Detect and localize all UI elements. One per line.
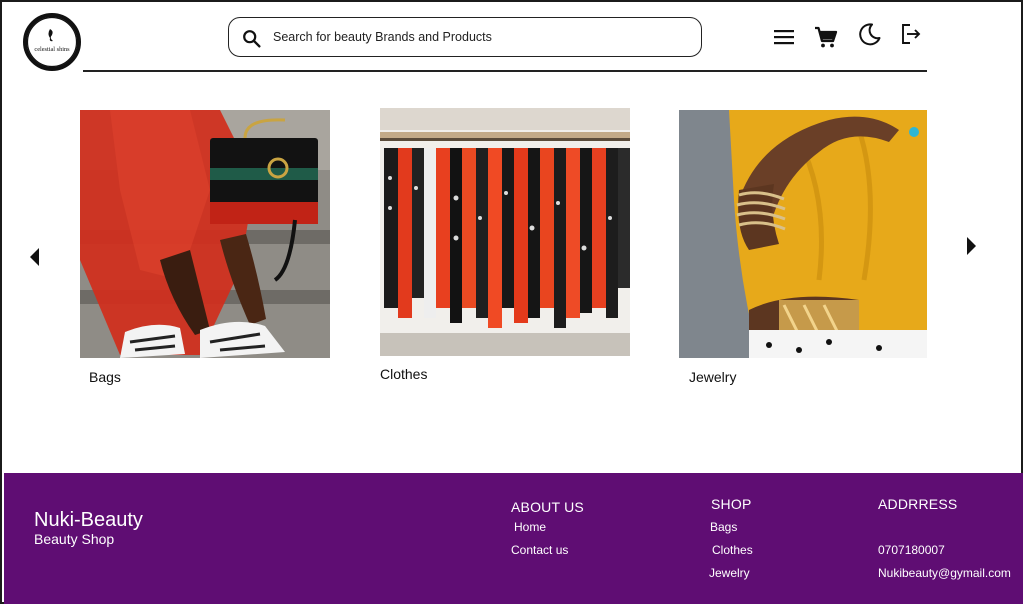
clothes-category-image[interactable] [380, 108, 630, 356]
category-label-jewelry[interactable]: Jewelry [689, 369, 736, 385]
footer-link-contact[interactable]: Contact us [511, 543, 568, 557]
shopping-cart-icon[interactable] [814, 25, 838, 49]
search-icon[interactable] [241, 28, 263, 50]
search-bar[interactable] [228, 17, 702, 57]
chevron-right-icon[interactable] [966, 235, 978, 257]
logout-icon[interactable] [900, 23, 922, 45]
bags-category-image[interactable] [80, 110, 330, 358]
header-divider [83, 70, 927, 72]
footer-link-home[interactable]: Home [514, 520, 546, 534]
chevron-left-icon[interactable] [28, 246, 40, 268]
category-label-clothes[interactable]: Clothes [380, 366, 427, 382]
footer-address-heading: ADDRRESS [878, 496, 958, 512]
footer-about-heading: ABOUT US [511, 499, 584, 515]
moon-icon[interactable] [858, 22, 882, 46]
logo-emblem: celestial shins [23, 13, 81, 71]
footer-shop-heading: SHOP [711, 496, 752, 512]
site-footer: Nuki-Beauty Beauty Shop ABOUT US Home Co… [4, 473, 1023, 604]
footer-phone: 0707180007 [878, 543, 945, 557]
logo-text: celestial shins [34, 46, 70, 53]
footer-tagline: Beauty Shop [34, 531, 115, 547]
search-input[interactable] [273, 30, 673, 44]
brand-logo[interactable]: celestial shins [21, 11, 83, 73]
page-frame: celestial shins Search for beauty Brands… [0, 0, 1023, 604]
footer-link-clothes[interactable]: Clothes [712, 543, 753, 557]
footer-link-bags[interactable]: Bags [710, 520, 737, 534]
jewelry-category-image[interactable] [679, 110, 927, 358]
hamburger-menu-icon[interactable] [773, 28, 795, 46]
footer-brand-name: Nuki-Beauty [34, 509, 143, 531]
footer-link-jewelry[interactable]: Jewelry [709, 566, 750, 580]
footer-email[interactable]: Nukibeauty@gymail.com [878, 566, 1011, 580]
category-label-bags[interactable]: Bags [89, 369, 121, 385]
